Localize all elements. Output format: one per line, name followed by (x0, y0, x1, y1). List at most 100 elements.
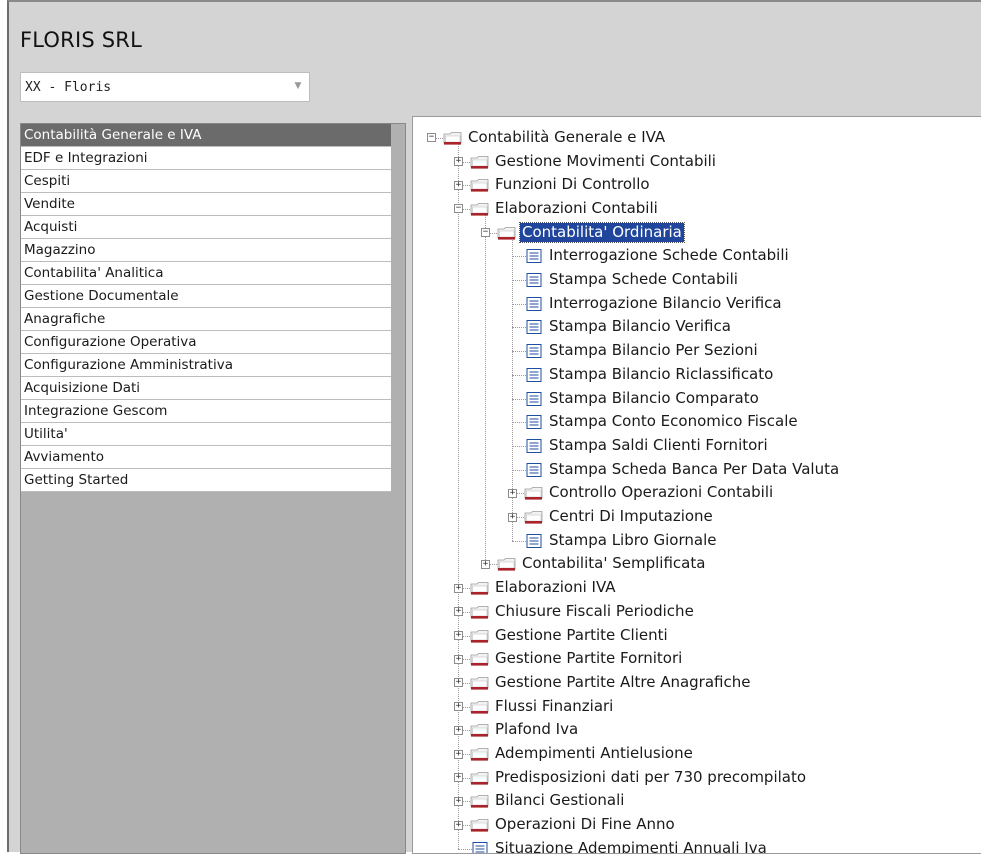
expand-icon[interactable]: + (454, 654, 463, 664)
tree-item-label[interactable]: Stampa Conto Economico Fiscale (547, 412, 800, 431)
collapse-icon[interactable]: − (454, 204, 463, 214)
folder-icon (470, 201, 490, 217)
tree-folder-label[interactable]: Plafond Iva (493, 720, 580, 739)
tree-folder-label[interactable]: Contabilita' Ordinaria (519, 221, 685, 243)
tree-item-label[interactable]: Stampa Saldi Clienti Fornitori (547, 436, 770, 455)
menu-item[interactable]: Acquisizione Dati (21, 377, 391, 400)
expand-icon[interactable]: + (454, 157, 463, 167)
tree-item-label[interactable]: Stampa Bilancio Per Sezioni (547, 341, 760, 360)
folder-icon (470, 817, 490, 833)
tree-folder-label[interactable]: Chiusure Fiscali Periodiche (493, 602, 696, 621)
tree-item-label[interactable]: Stampa Libro Giornale (547, 531, 718, 550)
menu-item[interactable]: Contabilità Generale e IVA (21, 124, 391, 147)
folder-icon (497, 556, 517, 572)
folder-icon (470, 770, 490, 786)
menu-item[interactable]: Gestione Documentale (21, 285, 391, 308)
menu-item[interactable]: Getting Started (21, 469, 391, 492)
menu-item[interactable]: EDF e Integrazioni (21, 147, 391, 170)
tree-folder-label[interactable]: Gestione Partite Clienti (493, 626, 670, 645)
tree-folder-label[interactable]: Contabilita' Semplificata (520, 554, 707, 573)
document-icon (524, 272, 544, 288)
tree-folder-label[interactable]: Operazioni Di Fine Anno (493, 815, 677, 834)
folder-icon (524, 485, 544, 501)
tree-folder-label[interactable]: Elaborazioni Contabili (493, 199, 660, 218)
expand-icon[interactable]: + (454, 607, 463, 617)
tree-folder-label[interactable]: Elaborazioni IVA (493, 578, 618, 597)
tree-item-label[interactable]: Stampa Bilancio Comparato (547, 389, 761, 408)
folder-icon (470, 793, 490, 809)
document-icon (524, 296, 544, 312)
document-icon (524, 319, 544, 335)
menu-item[interactable]: Avviamento (21, 446, 391, 469)
document-icon (524, 343, 544, 359)
menu-item[interactable]: Vendite (21, 193, 391, 216)
document-icon (470, 841, 490, 853)
expand-icon[interactable]: + (454, 749, 463, 759)
expand-icon[interactable]: + (481, 559, 490, 569)
expand-icon[interactable]: + (454, 631, 463, 641)
folder-icon (470, 154, 490, 170)
folder-icon (470, 580, 490, 596)
tree-item-label[interactable]: Interrogazione Schede Contabili (547, 246, 791, 265)
collapse-icon[interactable]: − (481, 228, 490, 238)
menu-item[interactable]: Utilita' (21, 423, 391, 446)
tree-item-label[interactable]: Stampa Bilancio Riclassificato (547, 365, 775, 384)
company-select-value: XX - Floris (25, 80, 112, 95)
folder-icon (524, 509, 544, 525)
expand-icon[interactable]: + (454, 678, 463, 688)
tree-item-label[interactable]: Stampa Schede Contabili (547, 270, 740, 289)
menu-item[interactable]: Cespiti (21, 170, 391, 193)
company-title: FLORIS SRL (20, 28, 142, 52)
tree-folder-label[interactable]: Gestione Partite Altre Anagrafiche (493, 673, 752, 692)
tree-folder-label[interactable]: Gestione Movimenti Contabili (493, 152, 718, 171)
expand-icon[interactable]: + (454, 773, 463, 783)
tree-folder-label[interactable]: Gestione Partite Fornitori (493, 649, 684, 668)
document-icon (524, 533, 544, 549)
document-icon (524, 462, 544, 478)
expand-icon[interactable]: + (454, 180, 463, 190)
tree-connector (485, 213, 486, 565)
menu-item[interactable]: Contabilita' Analitica (21, 262, 391, 285)
menu-item[interactable]: Integrazione Gescom (21, 400, 391, 423)
tree-folder-label[interactable]: Funzioni Di Controllo (493, 175, 652, 194)
tree-folder-label[interactable]: Centri Di Imputazione (547, 507, 715, 526)
folder-icon (470, 651, 490, 667)
main-window: FLORIS SRL XX - Floris ▼ Contabilità Gen… (7, 0, 981, 854)
expand-icon[interactable]: + (454, 796, 463, 806)
folder-icon (470, 722, 490, 738)
tree-item-label[interactable]: Interrogazione Bilancio Verifica (547, 294, 784, 313)
document-icon (524, 414, 544, 430)
document-icon (524, 367, 544, 383)
expand-icon[interactable]: + (508, 488, 517, 498)
menu-item[interactable]: Acquisti (21, 216, 391, 239)
folder-icon (470, 177, 490, 193)
tree-folder-label[interactable]: Controllo Operazioni Contabili (547, 483, 775, 502)
menu-item[interactable]: Magazzino (21, 239, 391, 262)
menu-item[interactable]: Configurazione Operativa (21, 331, 391, 354)
menu-item[interactable]: Configurazione Amministrativa (21, 354, 391, 377)
document-icon (524, 438, 544, 454)
tree-item-label[interactable]: Stampa Scheda Banca Per Data Valuta (547, 460, 841, 479)
tree-connector (458, 142, 459, 849)
company-select[interactable]: XX - Floris ▼ (20, 72, 310, 102)
collapse-icon[interactable]: − (427, 133, 436, 143)
folder-icon (470, 628, 490, 644)
expand-icon[interactable]: + (454, 702, 463, 712)
menu-item[interactable]: Anagrafiche (21, 308, 391, 331)
folder-icon (470, 675, 490, 691)
tree-folder-label[interactable]: Flussi Finanziari (493, 697, 615, 716)
function-tree: − Contabilità Generale e IVA + Gestione Mov… (412, 116, 981, 854)
folder-icon (443, 130, 463, 146)
tree-folder-label[interactable]: Adempimenti Antielusione (493, 744, 695, 763)
folder-icon (470, 604, 490, 620)
tree-folder-label[interactable]: Predisposizioni dati per 730 precompilat… (493, 768, 808, 787)
chevron-down-icon[interactable]: ▼ (287, 73, 309, 101)
expand-icon[interactable]: + (454, 725, 463, 735)
expand-icon[interactable]: + (454, 583, 463, 593)
tree-folder-label[interactable]: Contabilità Generale e IVA (466, 128, 667, 147)
tree-folder-label[interactable]: Bilanci Gestionali (493, 791, 626, 810)
folder-icon (470, 699, 490, 715)
tree-item-label[interactable]: Stampa Bilancio Verifica (547, 317, 733, 336)
expand-icon[interactable]: + (508, 512, 517, 522)
expand-icon[interactable]: + (454, 820, 463, 830)
